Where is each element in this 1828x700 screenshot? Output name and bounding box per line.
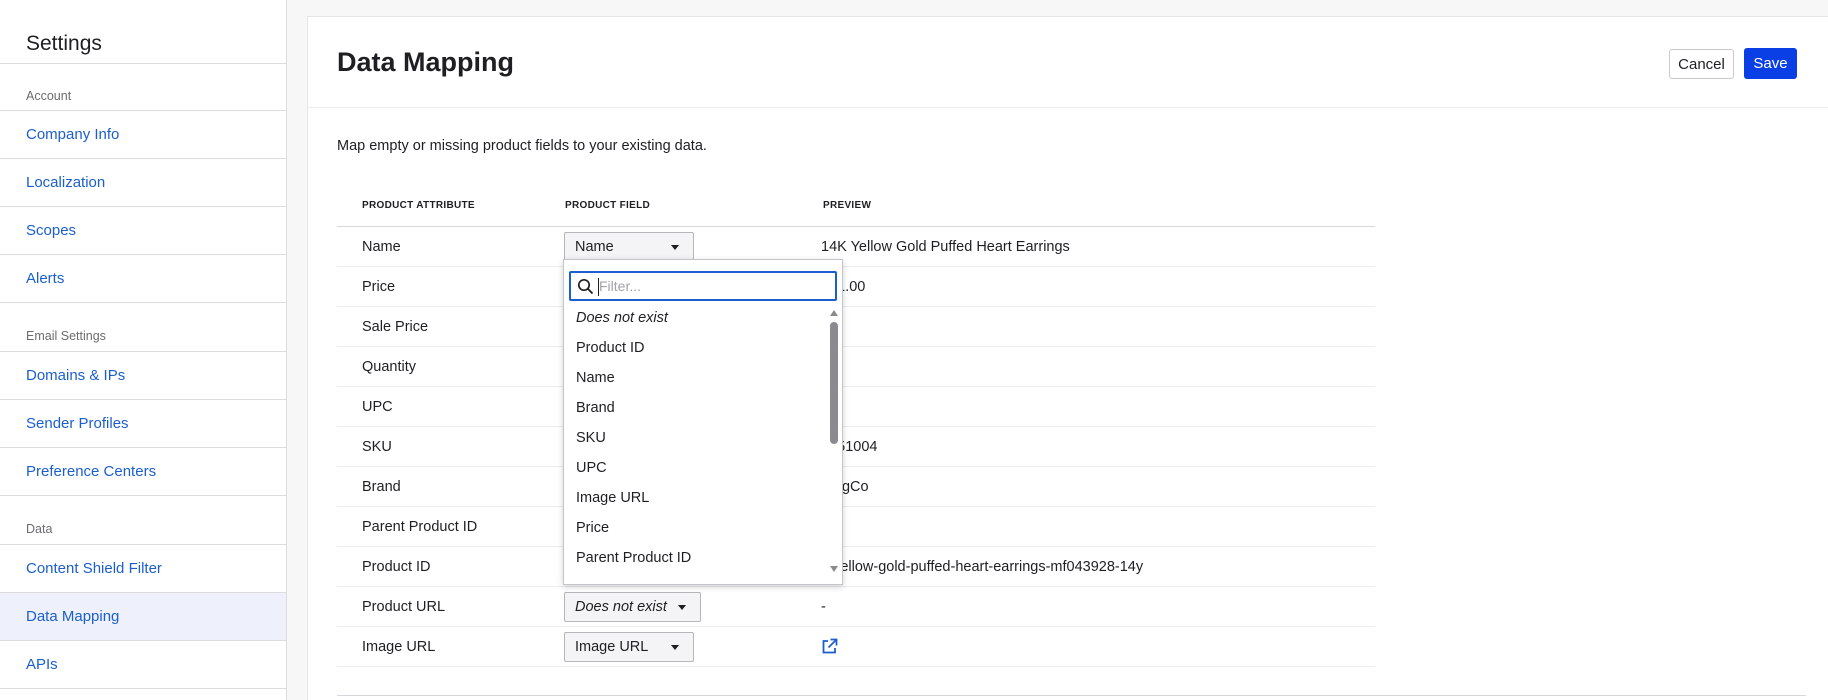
attribute-label: UPC [362,399,393,415]
attribute-label: Brand [362,479,401,495]
dropdown-option[interactable]: Image URL [576,490,649,506]
divider [0,302,286,303]
sidebar-item-company-info[interactable]: Company Info [0,111,286,158]
preview-value: 14K Yellow Gold Puffed Heart Earrings [821,239,1070,255]
attribute-label: Name [362,239,401,255]
table-row: Image URL Image URL [337,627,1375,667]
table-row: Sale Price [337,307,1375,347]
search-icon [577,278,594,300]
select-value: Name [575,239,614,255]
scroll-down-arrow-icon[interactable] [830,566,838,572]
table-row: Product URL Does not exist - [337,587,1375,627]
preview-value: - [821,599,826,615]
sidebar: Settings Account Company Info Localizati… [0,0,287,700]
divider [0,63,286,64]
sidebar-section-email-settings: Email Settings [26,329,106,343]
attribute-label: Price [362,279,396,295]
attribute-label: Parent Product ID [362,519,478,535]
table-row: SKU 0051004 [337,427,1375,467]
dropdown-option[interactable]: Brand [576,400,615,416]
sidebar-section-data: Data [26,522,53,536]
product-field-select[interactable]: Does not exist [564,592,701,622]
table-row: Name Name 14K Yellow Gold Puffed Heart E… [337,227,1375,267]
attribute-label: Product URL [362,599,446,615]
table-row: Brand rringCo [337,467,1375,507]
divider [0,495,286,496]
divider [337,695,1806,696]
product-field-dropdown: Does not exist Product ID Name Brand SKU… [563,259,843,585]
scroll-up-arrow-icon[interactable] [830,310,838,316]
cancel-button[interactable]: Cancel [1669,49,1734,79]
dropdown-option[interactable]: Price [576,520,609,536]
product-field-select[interactable]: Name [564,232,694,262]
scrollbar[interactable] [829,310,839,580]
sidebar-item-scopes[interactable]: Scopes [0,207,286,254]
sidebar-item-apis[interactable]: APIs [0,641,286,688]
product-field-select[interactable]: Image URL [564,632,694,662]
page-description: Map empty or missing product fields to y… [337,138,707,154]
sidebar-item-data-mapping[interactable]: Data Mapping [0,593,286,640]
sidebar-section-account: Account [26,89,72,103]
chevron-down-icon [671,245,679,250]
column-header-preview: PREVIEW [823,200,872,211]
external-link-icon[interactable] [821,638,838,660]
dropdown-option[interactable]: Product ID [576,340,645,356]
sidebar-item-localization[interactable]: Localization [0,159,286,206]
sidebar-item-domains-ips[interactable]: Domains & IPs [0,352,286,399]
attribute-label: Product ID [362,559,431,575]
dropdown-option[interactable]: Does not exist [576,310,668,326]
dropdown-option[interactable]: SKU [576,430,606,446]
table-row: UPC [337,387,1375,427]
filter-field[interactable] [569,271,837,301]
table-row: Product ID k-yellow-gold-puffed-heart-ea… [337,547,1375,587]
save-button[interactable]: Save [1744,48,1797,79]
page-title: Data Mapping [337,47,515,77]
attribute-label: Quantity [362,359,416,375]
dropdown-option[interactable]: UPC [576,460,607,476]
select-value: Image URL [575,639,649,655]
column-header-product-attribute: PRODUCT ATTRIBUTE [362,200,475,211]
select-value: Does not exist [575,599,667,615]
divider [308,107,1828,108]
attribute-label: Image URL [362,639,436,655]
attribute-label: Sale Price [362,319,429,335]
dropdown-option[interactable]: Name [576,370,615,386]
column-header-product-field: PRODUCT FIELD [565,200,651,211]
filter-input[interactable] [599,275,833,297]
sidebar-item-sender-profiles[interactable]: Sender Profiles [0,400,286,447]
table-row: Parent Product ID [337,507,1375,547]
sidebar-title: Settings [26,32,102,55]
table-row: Quantity 42 [337,347,1375,387]
preview-value: k-yellow-gold-puffed-heart-earrings-mf04… [821,559,1144,575]
dropdown-option[interactable]: Parent Product ID [576,550,691,566]
attribute-label: SKU [362,439,392,455]
table-row: Price 121.00 [337,267,1375,307]
chevron-down-icon [678,605,686,610]
chevron-down-icon [671,645,679,650]
divider [0,688,286,689]
scrollbar-thumb[interactable] [830,322,838,444]
sidebar-item-alerts[interactable]: Alerts [0,255,286,302]
main-panel: Data Mapping Cancel Save Map empty or mi… [307,16,1828,700]
sidebar-item-preference-centers[interactable]: Preference Centers [0,448,286,495]
sidebar-item-content-shield-filter[interactable]: Content Shield Filter [0,545,286,592]
